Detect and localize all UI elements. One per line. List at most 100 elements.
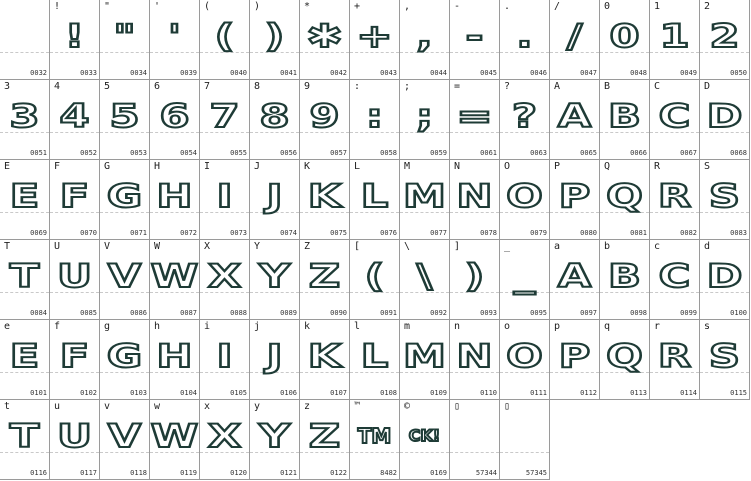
cell-code-label: 57344 [475,469,497,477]
cell-code-label: 0089 [280,309,297,317]
cell-code-label: 0042 [330,69,347,77]
glyph-cell: 2 2 0050 [700,0,750,80]
cell-code-label: 0088 [230,309,247,317]
cell-character-label: k [304,321,311,332]
cell-code-label: 0102 [80,389,97,397]
cell-code-label: 0117 [80,469,97,477]
cell-character-label: W [154,241,161,252]
cell-character-label: * [304,1,311,12]
cell-character-label: ▯ [454,401,461,412]
cell-character-label: : [354,81,361,92]
cell-code-label: 0058 [380,149,397,157]
cell-code-label: 0099 [680,309,697,317]
cell-code-label: 0115 [730,389,747,397]
cell-code-label: 0068 [730,149,747,157]
cell-code-label: 0092 [430,309,447,317]
cell-code-label: 0041 [280,69,297,77]
cell-character-label: G [104,161,111,172]
cell-character-label: \ [404,241,411,252]
cell-code-label: 0120 [230,469,247,477]
cell-character-label: T [4,241,11,252]
cell-code-label: 0116 [30,469,47,477]
cell-character-label: ; [404,81,411,92]
cell-character-label: + [354,1,361,12]
cell-code-label: 0104 [180,389,197,397]
cell-code-label: 0043 [380,69,397,77]
cell-character-label: D [704,81,711,92]
cell-character-label: 1 [654,1,661,12]
cell-character-label: , [404,1,411,12]
cell-character-label: 6 [154,81,161,92]
cell-code-label: 0105 [230,389,247,397]
cell-character-label: z [304,401,311,412]
cell-code-label: 0081 [630,229,647,237]
cell-code-label: 0056 [280,149,297,157]
cell-code-label: 0118 [130,469,147,477]
cell-code-label: 0075 [330,229,347,237]
cell-code-label: 0063 [530,149,547,157]
cell-character-label: Q [604,161,611,172]
glyph-cell: D D 0068 [700,80,750,160]
cell-character-label: j [254,321,261,332]
cell-character-label: _ [504,241,511,252]
cell-character-label: o [504,321,511,332]
cell-code-label: 0091 [380,309,397,317]
cell-character-label: r [654,321,661,332]
glyph-cell: S S 0083 [700,160,750,240]
cell-code-label: 0077 [430,229,447,237]
glyph-cell: z Z 0122 [300,400,350,480]
cell-code-label: 0053 [130,149,147,157]
cell-code-label: 0114 [680,389,697,397]
cell-character-label: g [104,321,111,332]
cell-code-label: 0069 [30,229,47,237]
cell-code-label: 0103 [130,389,147,397]
cell-code-label: 0122 [330,469,347,477]
cell-code-label: 0090 [330,309,347,317]
cell-character-label: ' [154,1,161,12]
cell-code-label: 0065 [580,149,597,157]
cell-code-label: 0111 [530,389,547,397]
glyph-preview: S [708,336,742,376]
cell-character-label: ( [204,1,211,12]
cell-code-label: 0046 [530,69,547,77]
cell-character-label: E [4,161,11,172]
cell-code-label: 0051 [30,149,47,157]
cell-character-label: 3 [4,81,11,92]
cell-character-label: w [154,401,161,412]
cell-code-label: 0049 [680,69,697,77]
cell-code-label: 0074 [280,229,297,237]
cell-character-label: K [304,161,311,172]
cell-character-label: a [554,241,561,252]
cell-code-label: 0039 [180,69,197,77]
glyph-cell: d D 0100 [700,240,750,320]
cell-character-label: U [54,241,61,252]
cell-character-label: - [454,1,461,12]
cell-character-label: x [204,401,211,412]
cell-code-label: 0085 [80,309,97,317]
cell-code-label: 0033 [80,69,97,77]
cell-character-label: / [554,1,561,12]
cell-character-label: ] [454,241,461,252]
cell-character-label: l [354,321,361,332]
cell-character-label: n [454,321,461,332]
glyph-cell: ▯ 57345 [500,400,550,480]
cell-character-label: c [654,241,661,252]
cell-code-label: 57345 [525,469,547,477]
cell-code-label: 0050 [730,69,747,77]
cell-code-label: 8482 [380,469,397,477]
glyph-preview: 2 [708,16,741,56]
cell-code-label: 0080 [580,229,597,237]
cell-character-label: L [354,161,361,172]
cell-code-label: 0095 [530,309,547,317]
cell-code-label: 0076 [380,229,397,237]
cell-character-label: 7 [204,81,211,92]
cell-character-label: ! [54,1,61,12]
cell-code-label: 0087 [180,309,197,317]
cell-character-label: 8 [254,81,261,92]
cell-code-label: 0044 [430,69,447,77]
cell-character-label: t [4,401,11,412]
cell-character-label: X [204,241,211,252]
cell-code-label: 0048 [630,69,647,77]
cell-character-label: M [404,161,411,172]
glyph-cell: ™ TM 8482 [350,400,400,480]
